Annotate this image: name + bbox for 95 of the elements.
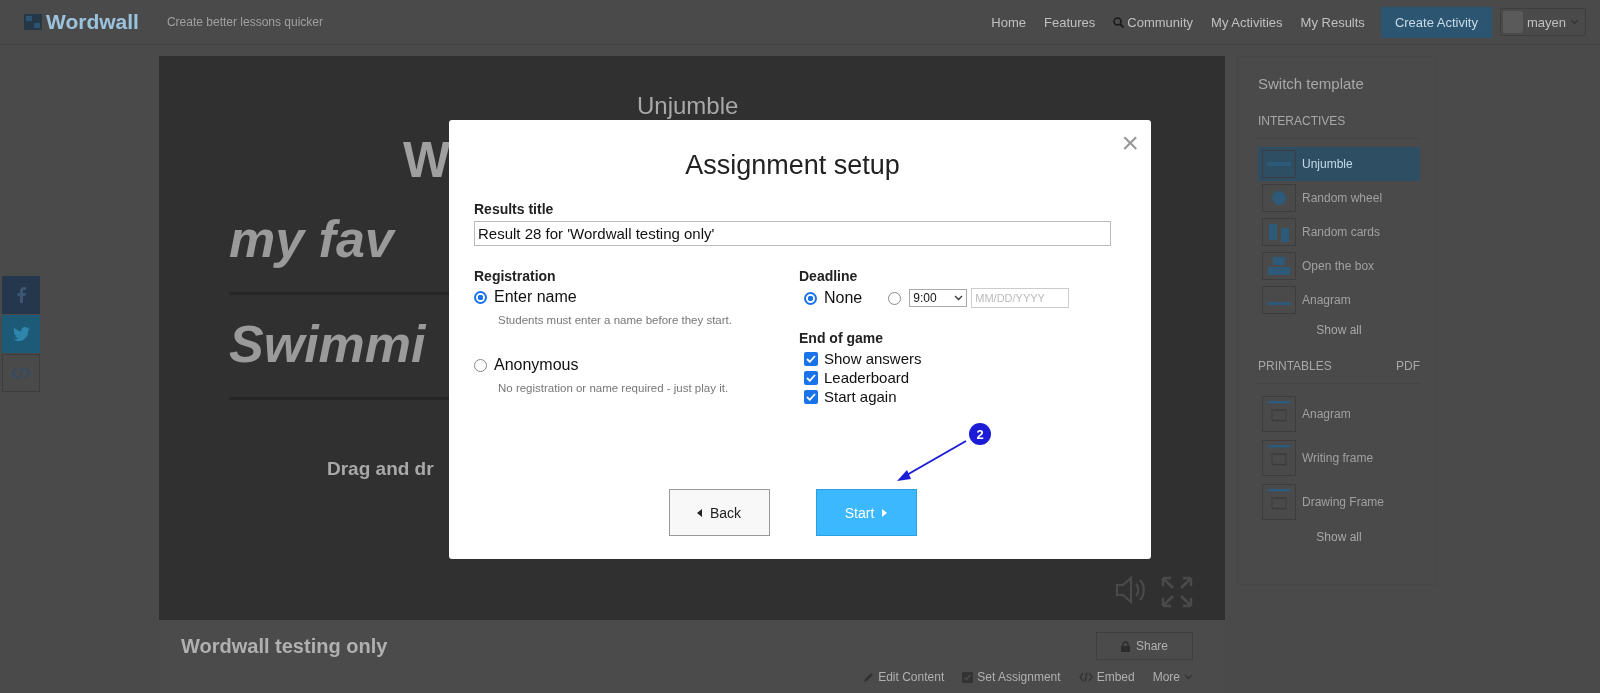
option-description: No registration or name required - just play it. bbox=[498, 382, 730, 394]
game-title: Unjumble bbox=[637, 92, 739, 120]
template-thumbnail[interactable] bbox=[1262, 252, 1296, 280]
word-tile[interactable]: Swimmi bbox=[229, 315, 426, 373]
template-label: Drawing Frame bbox=[1302, 495, 1385, 509]
template-thumbnail[interactable] bbox=[1262, 286, 1296, 314]
annotation-arrow bbox=[897, 440, 967, 481]
checkbox[interactable] bbox=[804, 389, 818, 404]
code-icon bbox=[11, 367, 31, 379]
caret-right-icon bbox=[882, 508, 888, 517]
step-number: 2 bbox=[969, 423, 991, 445]
action-link[interactable]: Embed bbox=[1078, 670, 1135, 684]
template-item[interactable]: Random cards bbox=[1258, 215, 1420, 249]
section-heading: PRINTABLES bbox=[1258, 359, 1332, 373]
option-description: Students must enter a name before they start. bbox=[498, 314, 733, 326]
activity-title: Wordwall testing only bbox=[181, 634, 388, 658]
caret-icon bbox=[1184, 674, 1193, 680]
template-item[interactable]: Unjumble bbox=[1258, 147, 1420, 181]
date-field[interactable]: MM/DD/YYYY bbox=[971, 288, 1070, 308]
code-icon bbox=[1078, 672, 1093, 682]
template-label: Anagram bbox=[1302, 293, 1351, 307]
start-button[interactable]: Start bbox=[815, 489, 917, 536]
radio-button[interactable] bbox=[474, 290, 487, 304]
checkbox[interactable] bbox=[804, 351, 818, 366]
template-thumbnail[interactable] bbox=[1262, 218, 1296, 246]
embed-button[interactable] bbox=[2, 354, 40, 392]
create-activity-button[interactable]: Create Activity bbox=[1380, 6, 1492, 38]
template-thumbnail[interactable] bbox=[1262, 396, 1296, 432]
fullscreen-icon[interactable] bbox=[1161, 576, 1193, 608]
back-button[interactable]: Back bbox=[668, 489, 770, 536]
action-link[interactable]: Edit Content bbox=[863, 670, 945, 684]
section-label: End of game bbox=[799, 330, 884, 346]
template-item[interactable]: Writing frame bbox=[1258, 436, 1420, 480]
speaker-icon[interactable] bbox=[1115, 576, 1147, 604]
field-label: Results title bbox=[474, 201, 555, 217]
logo-icon bbox=[24, 14, 42, 30]
option-label: Anonymous bbox=[494, 356, 579, 374]
template-thumbnail[interactable] bbox=[1262, 484, 1296, 520]
section-label: Deadline bbox=[799, 268, 859, 284]
tagline: Create better lessons quicker bbox=[166, 15, 324, 29]
section-heading: INTERACTIVES bbox=[1258, 114, 1346, 128]
template-thumbnail[interactable] bbox=[1262, 440, 1296, 476]
template-item[interactable]: Random wheel bbox=[1258, 181, 1420, 215]
action-link[interactable]: Set Assignment bbox=[962, 670, 1061, 684]
bird-icon bbox=[12, 327, 30, 341]
template-item[interactable]: Drawing Frame bbox=[1258, 480, 1420, 524]
checkbox[interactable] bbox=[804, 370, 818, 385]
action-link[interactable]: More bbox=[1152, 670, 1193, 684]
nav-link[interactable]: Home bbox=[991, 14, 1026, 30]
nav-link[interactable]: My Activities bbox=[1211, 14, 1283, 30]
lock-icon bbox=[1120, 640, 1130, 652]
template-label: Random wheel bbox=[1302, 191, 1383, 205]
template-label: Random cards bbox=[1302, 225, 1381, 239]
template-label: Unjumble bbox=[1302, 157, 1353, 171]
twitter-button[interactable] bbox=[2, 315, 40, 353]
radio-button[interactable] bbox=[804, 291, 817, 305]
show-all-link[interactable]: Show all bbox=[1258, 530, 1420, 544]
share-button[interactable]: Share bbox=[1095, 632, 1193, 660]
results-title-field[interactable]: Result 28 for 'Wordwall testing only' bbox=[474, 221, 1111, 246]
option-label: Start again bbox=[824, 388, 897, 405]
logo-text[interactable]: Wordwall bbox=[46, 10, 139, 34]
template-label: Anagram bbox=[1302, 407, 1351, 421]
option-label: Enter name bbox=[494, 288, 577, 306]
sidebar-title: Switch template bbox=[1258, 75, 1365, 92]
facebook-icon bbox=[16, 287, 26, 303]
nav-link[interactable]: Features bbox=[1044, 14, 1096, 30]
template-item[interactable]: Open the box bbox=[1258, 249, 1420, 283]
game-heading: W bbox=[403, 131, 451, 190]
template-label: Writing frame bbox=[1302, 451, 1374, 465]
close-button[interactable]: × bbox=[1121, 126, 1139, 160]
template-thumbnail[interactable] bbox=[1262, 184, 1296, 212]
word-tile[interactable]: my fav bbox=[229, 210, 394, 268]
template-item[interactable]: Anagram bbox=[1258, 392, 1420, 436]
show-all-link[interactable]: Show all bbox=[1258, 323, 1420, 337]
template-label: Open the box bbox=[1302, 259, 1375, 273]
section-label: Registration bbox=[474, 268, 557, 284]
pdf-link[interactable]: PDF bbox=[1396, 359, 1420, 373]
game-instruction: Drag and dr bbox=[327, 458, 434, 480]
caret-icon bbox=[954, 295, 964, 301]
facebook-button[interactable] bbox=[2, 276, 40, 314]
option-label: Show answers bbox=[824, 350, 922, 367]
caret-left-icon bbox=[696, 508, 702, 517]
nav-link[interactable]: Community bbox=[1113, 14, 1194, 30]
user-menu[interactable]: mayen bbox=[1499, 8, 1586, 36]
dialog-title: Assignment setup bbox=[684, 150, 901, 181]
time-dropdown[interactable]: 9:00 bbox=[909, 289, 968, 307]
avatar-silhouette bbox=[1502, 11, 1523, 33]
template-thumbnail[interactable] bbox=[1262, 150, 1296, 178]
pencil-icon bbox=[863, 671, 875, 683]
option-label: Leaderboard bbox=[824, 369, 910, 386]
nav-link[interactable]: My Results bbox=[1300, 14, 1365, 30]
checkbox-icon bbox=[962, 671, 974, 683]
option-label: None bbox=[824, 289, 863, 307]
template-item[interactable]: Anagram bbox=[1258, 283, 1420, 317]
search-icon bbox=[1113, 16, 1125, 28]
